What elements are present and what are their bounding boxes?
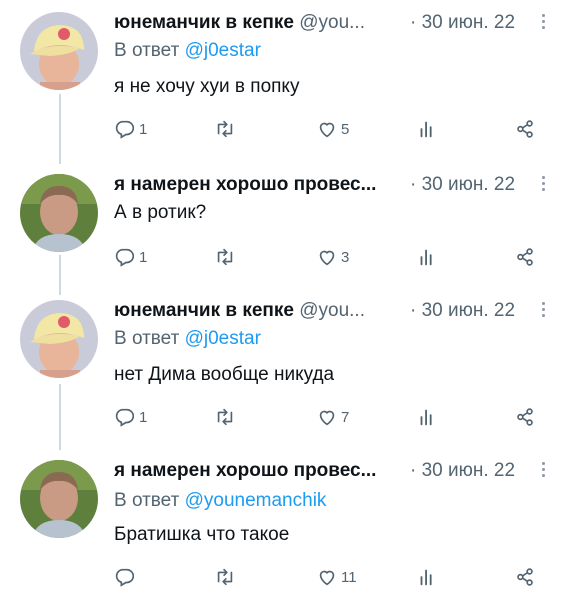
reply-icon [115, 120, 135, 139]
tweet-actions: 1 3 [114, 244, 554, 270]
avatar[interactable] [20, 174, 98, 252]
reply-to-line: В ответ @j0estar [114, 38, 261, 64]
tweet-header: я намерен хорошо провес... · 30 июн. 22 [114, 458, 534, 484]
tweet-date[interactable]: · 30 июн. 22 [410, 172, 515, 198]
retweet-icon [217, 120, 233, 138]
cap-avatar-image [20, 300, 98, 378]
views-icon [420, 121, 432, 138]
heart-icon [319, 122, 335, 138]
tweet-header: юнеманчик в кепке @you... · 30 июн. 22 [114, 298, 534, 324]
tweet-date[interactable]: · 30 июн. 22 [410, 10, 515, 36]
like-count: 11 [341, 568, 357, 586]
more-icon[interactable] [541, 14, 547, 32]
share-button[interactable] [514, 244, 536, 270]
reply-to-line: В ответ @younemanchik [114, 488, 326, 514]
reply-button[interactable]: 1 [114, 404, 147, 430]
reply-prefix: В ответ [114, 40, 180, 61]
heart-icon [319, 410, 335, 426]
more-icon[interactable] [541, 176, 547, 194]
like-count: 3 [341, 248, 350, 266]
like-button[interactable]: 5 [316, 116, 349, 142]
avatar[interactable] [20, 460, 98, 538]
tweet[interactable]: я намерен хорошо провес... · 30 июн. 22 … [0, 172, 576, 302]
reply-prefix: В ответ [114, 490, 180, 511]
cap-avatar-image [20, 12, 98, 90]
tweet-text: я не хочу хуи в попку [114, 76, 300, 97]
tweet-text: нет Дима вообще никуда [114, 364, 335, 385]
tweet-actions: 11 [114, 564, 554, 590]
like-count: 5 [341, 120, 350, 138]
more-icon[interactable] [541, 462, 547, 480]
like-button[interactable]: 7 [316, 404, 349, 430]
reply-icon [115, 248, 135, 267]
heart-icon [319, 250, 335, 266]
retweet-button[interactable] [214, 116, 239, 142]
reply-icon [115, 568, 135, 587]
display-name[interactable]: я намерен хорошо провес... [114, 174, 376, 195]
views-button[interactable] [416, 244, 438, 270]
reply-to-link[interactable]: @j0estar [185, 328, 261, 349]
share-icon [517, 120, 533, 138]
tweet-actions: 1 7 [114, 404, 554, 430]
avatar[interactable] [20, 300, 98, 378]
share-icon [517, 248, 533, 266]
reply-icon [115, 408, 135, 427]
views-icon [420, 249, 432, 266]
tweet-header: юнеманчик в кепке @you... · 30 июн. 22 [114, 10, 534, 36]
retweet-button[interactable] [214, 244, 239, 270]
retweet-icon [217, 568, 233, 586]
green-avatar-image [20, 460, 98, 538]
reply-to-link[interactable]: @younemanchik [185, 490, 327, 511]
user-handle[interactable]: @you... [299, 12, 365, 33]
tweet-actions: 1 5 [114, 116, 554, 142]
views-button[interactable] [416, 116, 438, 142]
tweet[interactable]: юнеманчик в кепке @you... · 30 июн. 22 В… [0, 10, 576, 160]
reply-button[interactable]: 1 [114, 116, 147, 142]
tweet-text: Братишка что такое [114, 524, 290, 545]
retweet-icon [217, 248, 233, 266]
display-name[interactable]: юнеманчик в кепке [114, 300, 294, 321]
views-button[interactable] [416, 404, 438, 430]
retweet-button[interactable] [214, 404, 239, 430]
like-count: 7 [341, 408, 350, 426]
tweet[interactable]: я намерен хорошо провес... · 30 июн. 22 … [0, 458, 576, 604]
share-button[interactable] [514, 404, 536, 430]
share-icon [517, 408, 533, 426]
avatar[interactable] [20, 12, 98, 90]
retweet-icon [217, 408, 233, 426]
user-handle[interactable]: @you... [299, 300, 365, 321]
views-icon [420, 409, 432, 426]
tweet-text: А в ротик? [114, 202, 207, 223]
reply-to-line: В ответ @j0estar [114, 326, 261, 352]
tweet-date[interactable]: · 30 июн. 22 [410, 458, 515, 484]
views-button[interactable] [416, 564, 438, 590]
reply-prefix: В ответ [114, 328, 180, 349]
share-icon [517, 568, 533, 586]
reply-count: 1 [139, 120, 148, 138]
tweet-header: я намерен хорошо провес... · 30 июн. 22 [114, 172, 534, 198]
display-name[interactable]: я намерен хорошо провес... [114, 460, 376, 481]
heart-icon [319, 570, 335, 586]
display-name[interactable]: юнеманчик в кепке [114, 12, 294, 33]
tweet[interactable]: юнеманчик в кепке @you... · 30 июн. 22 В… [0, 298, 576, 448]
reply-button[interactable] [114, 564, 139, 590]
share-button[interactable] [514, 116, 536, 142]
retweet-button[interactable] [214, 564, 239, 590]
more-icon[interactable] [541, 302, 547, 320]
like-button[interactable]: 3 [316, 244, 349, 270]
reply-count: 1 [139, 408, 148, 426]
reply-count: 1 [139, 248, 148, 266]
tweet-date[interactable]: · 30 июн. 22 [410, 298, 515, 324]
reply-to-link[interactable]: @j0estar [185, 40, 261, 61]
like-button[interactable]: 11 [316, 564, 357, 590]
share-button[interactable] [514, 564, 536, 590]
green-avatar-image [20, 174, 98, 252]
views-icon [420, 569, 432, 586]
reply-button[interactable]: 1 [114, 244, 147, 270]
